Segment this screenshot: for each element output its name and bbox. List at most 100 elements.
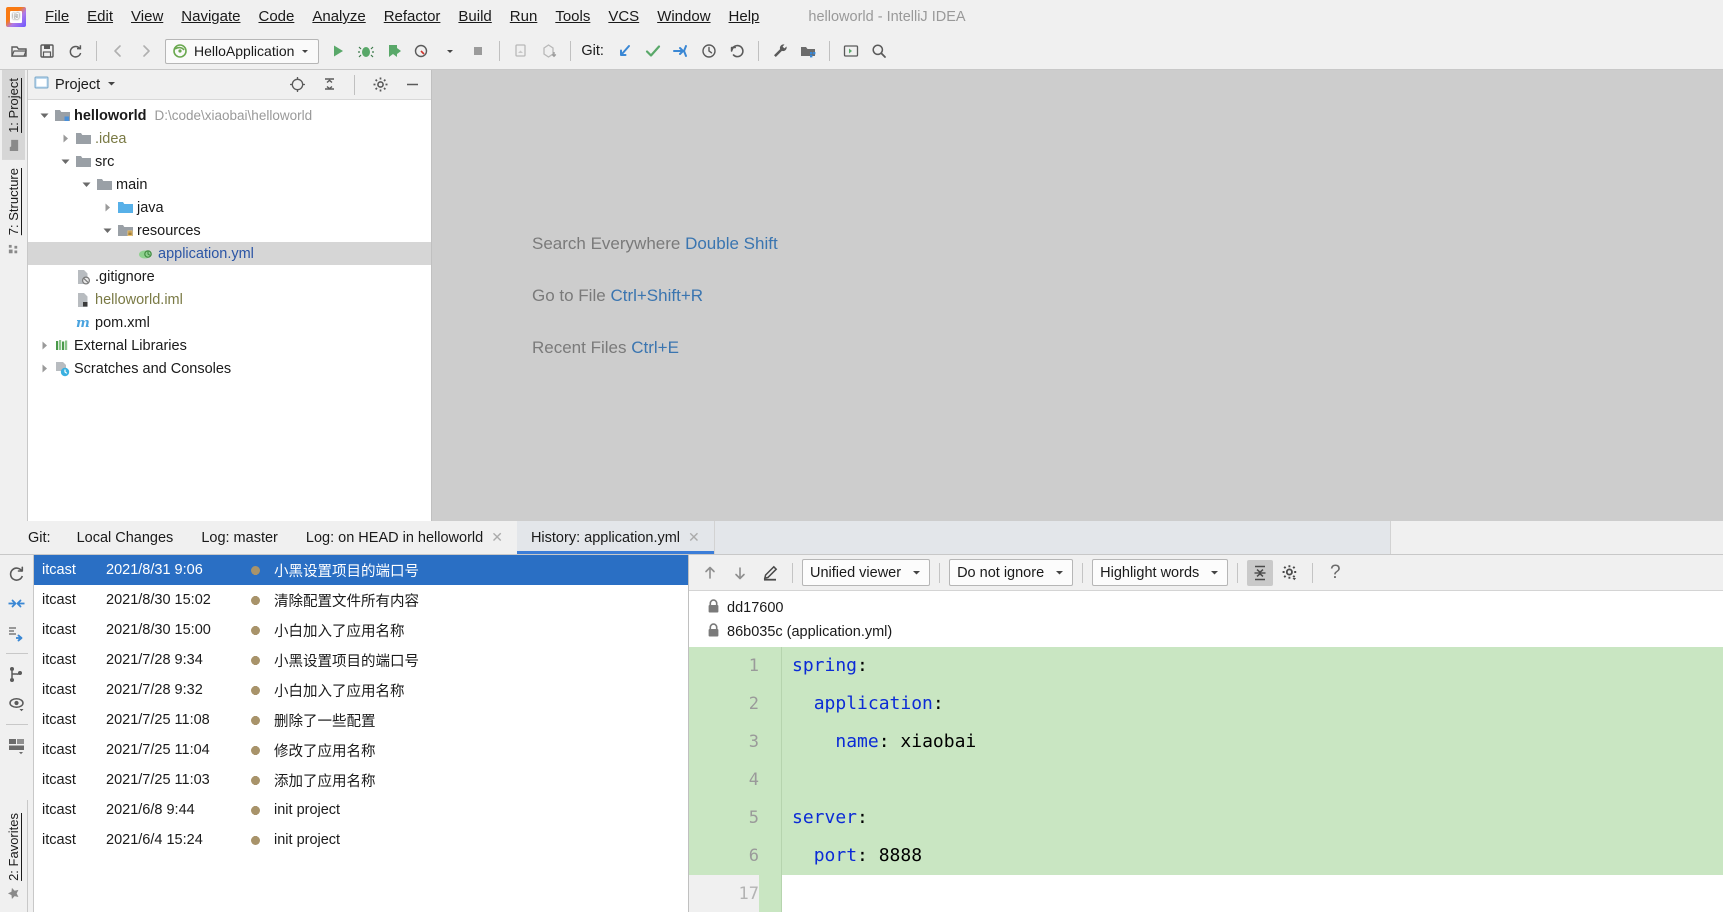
git-history-clock-icon[interactable]	[696, 38, 722, 64]
profiler-icon[interactable]	[409, 38, 435, 64]
chevron-right-icon[interactable]	[36, 363, 52, 374]
show-branches-icon[interactable]	[3, 660, 31, 688]
menu-item-code[interactable]: Code	[249, 4, 303, 29]
viewer-mode-select[interactable]: Unified viewer	[802, 559, 931, 586]
tab-history-application-yml[interactable]: History: application.yml ✕	[516, 521, 714, 554]
navigate-back-icon[interactable]	[105, 38, 131, 64]
tree-node-external-libraries[interactable]: External Libraries	[28, 334, 431, 357]
debug-icon[interactable]	[353, 38, 379, 64]
project-structure-icon[interactable]	[795, 38, 821, 64]
commit-row[interactable]: itcast 2021/7/28 9:32 小白加入了应用名称	[34, 675, 688, 705]
commit-row[interactable]: itcast 2021/8/30 15:02 清除配置文件所有内容	[34, 585, 688, 615]
hide-panel-icon[interactable]	[399, 72, 425, 98]
menu-item-refactor[interactable]: Refactor	[375, 4, 450, 29]
chevron-right-icon[interactable]	[57, 133, 73, 144]
highlight-mode-select[interactable]: Highlight words	[1092, 559, 1229, 586]
collapse-all-icon[interactable]	[316, 72, 342, 98]
chevron-down-icon[interactable]	[106, 76, 117, 94]
help-question-icon[interactable]: ?	[1322, 560, 1348, 586]
tab-log-master[interactable]: Log: master	[187, 521, 292, 554]
run-with-coverage-icon[interactable]	[381, 38, 407, 64]
open-folder-icon[interactable]	[6, 38, 32, 64]
tree-node-main[interactable]: main	[28, 173, 431, 196]
commit-row[interactable]: itcast 2021/6/8 9:44 init project	[34, 795, 688, 825]
layout-icon[interactable]	[3, 731, 31, 759]
menu-item-build[interactable]: Build	[449, 4, 500, 29]
next-difference-icon[interactable]	[727, 560, 753, 586]
chevron-right-icon[interactable]	[99, 202, 115, 213]
commit-row[interactable]: itcast 2021/7/25 11:03 添加了应用名称	[34, 765, 688, 795]
scroll-from-source-icon[interactable]	[284, 72, 310, 98]
chevron-down-icon[interactable]	[36, 110, 52, 121]
git-push-icon[interactable]	[668, 38, 694, 64]
git-commit-checkmark-icon[interactable]	[640, 38, 666, 64]
profiler-dropdown-icon[interactable]	[437, 38, 463, 64]
sidebar-item-project[interactable]: 1: Project	[2, 70, 25, 160]
chevron-down-icon[interactable]	[78, 179, 94, 190]
menu-item-vcs[interactable]: VCS	[599, 4, 648, 29]
close-icon[interactable]: ✕	[688, 529, 700, 546]
tree-node--gitignore[interactable]: .gitignore	[28, 265, 431, 288]
tree-node--idea[interactable]: .idea	[28, 127, 431, 150]
diff-code-area[interactable]: 1 2 3 4 5 6 17 spring: application: name: xiao…	[689, 647, 1723, 912]
menu-item-view[interactable]: View	[122, 4, 172, 29]
tree-node-application-yml[interactable]: application.yml	[28, 242, 431, 265]
commit-message: init project	[274, 832, 341, 848]
terminal-icon[interactable]	[838, 38, 864, 64]
sync-refresh-icon[interactable]	[62, 38, 88, 64]
stop-icon[interactable]	[465, 38, 491, 64]
navigate-forward-icon[interactable]	[133, 38, 159, 64]
whitespace-mode-select[interactable]: Do not ignore	[949, 559, 1074, 586]
menu-item-edit[interactable]: Edit	[78, 4, 122, 29]
previous-difference-icon[interactable]	[697, 560, 723, 586]
menu-item-window[interactable]: Window	[648, 4, 719, 29]
tab-local-changes[interactable]: Local Changes	[63, 521, 188, 554]
collapse-unchanged-fragments-icon[interactable]	[1247, 559, 1274, 586]
menu-item-file[interactable]: File	[36, 4, 78, 29]
menu-item-run[interactable]: Run	[501, 4, 547, 29]
preview-eye-icon[interactable]	[3, 690, 31, 718]
commit-row[interactable]: itcast 2021/7/25 11:08 删除了一些配置	[34, 705, 688, 735]
tree-node-src[interactable]: src	[28, 150, 431, 173]
run-icon[interactable]	[325, 38, 351, 64]
chevron-right-icon[interactable]	[36, 340, 52, 351]
menu-item-navigate[interactable]: Navigate	[172, 4, 249, 29]
commit-row[interactable]: itcast 2021/7/25 11:04 修改了应用名称	[34, 735, 688, 765]
tree-node-pom-xml[interactable]: m pom.xml	[28, 311, 431, 334]
commit-row[interactable]: itcast 2021/7/28 9:34 小黑设置项目的端口号	[34, 645, 688, 675]
attach-debugger-icon[interactable]	[508, 38, 534, 64]
git-update-icon[interactable]	[612, 38, 638, 64]
settings-wrench-icon[interactable]	[767, 38, 793, 64]
expand-all-icon[interactable]	[3, 619, 31, 647]
commit-history-table[interactable]: itcast 2021/8/31 9:06 小黑设置项目的端口号 itcast 2021…	[34, 555, 689, 912]
search-icon[interactable]	[866, 38, 892, 64]
gear-icon[interactable]	[367, 72, 393, 98]
save-all-icon[interactable]	[34, 38, 60, 64]
tree-node-java[interactable]: java	[28, 196, 431, 219]
tab-log-on-head[interactable]: Log: on HEAD in helloworld ✕	[292, 521, 517, 554]
menu-item-help[interactable]: Help	[720, 4, 769, 29]
refresh-icon[interactable]	[3, 559, 31, 587]
sidebar-item-structure[interactable]: 7: Structure	[2, 160, 25, 262]
git-rollback-undo-icon[interactable]	[724, 38, 750, 64]
commit-row[interactable]: itcast 2021/8/30 15:00 小白加入了应用名称	[34, 615, 688, 645]
commit-row[interactable]: itcast 2021/8/31 9:06 小黑设置项目的端口号	[34, 555, 688, 585]
chevron-down-icon[interactable]	[99, 225, 115, 236]
chevron-down-icon[interactable]	[57, 156, 73, 167]
tree-node-resources[interactable]: resources	[28, 219, 431, 242]
close-icon[interactable]: ✕	[491, 529, 503, 546]
tree-node-scratches-and-consoles[interactable]: Scratches and Consoles	[28, 357, 431, 380]
menu-item-analyze[interactable]: Analyze	[303, 4, 374, 29]
tree-node-helloworld[interactable]: helloworld D:\code\xiaobai\helloworld	[28, 104, 431, 127]
gear-icon[interactable]	[1277, 560, 1303, 586]
run-configuration-selector[interactable]: HelloApplication	[165, 38, 320, 64]
collapse-all-icon[interactable]	[3, 589, 31, 617]
commit-row[interactable]: itcast 2021/6/4 15:24 init project	[34, 825, 688, 855]
edit-source-pencil-icon[interactable]	[757, 560, 783, 586]
sidebar-item-favorites[interactable]: 2: Favorites	[6, 813, 21, 900]
spring-yaml-file-icon	[136, 246, 156, 261]
menu-item-tools[interactable]: Tools	[546, 4, 599, 29]
update-project-icon[interactable]	[536, 38, 562, 64]
tree-node-helloworld-iml[interactable]: helloworld.iml	[28, 288, 431, 311]
commit-author: itcast	[42, 652, 76, 668]
